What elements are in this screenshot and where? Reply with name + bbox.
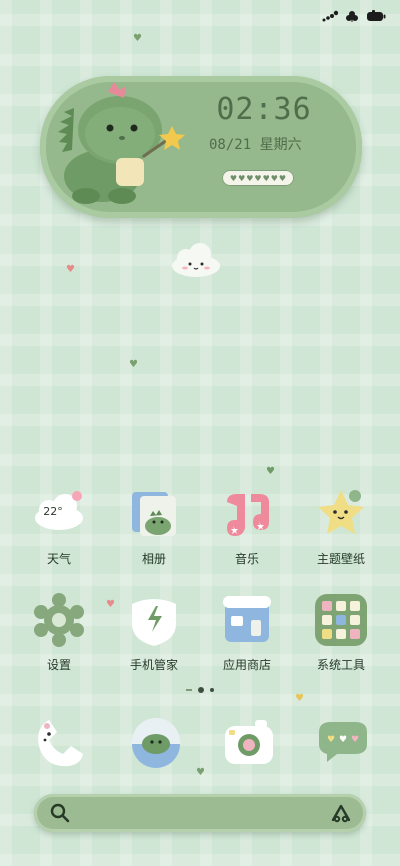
battery-icon: [366, 10, 386, 24]
heart-icon: ♥: [295, 693, 304, 704]
app-label: 手机管家: [129, 658, 178, 672]
heart-icon: ♥: [270, 173, 278, 183]
app-label: 系统工具: [316, 658, 365, 672]
heart-icon: ♥: [254, 173, 262, 183]
svg-text:♥: ♥: [339, 735, 347, 745]
svg-text:♥: ♥: [327, 735, 335, 745]
browser-icon: [132, 718, 180, 768]
app-store-icon: [223, 596, 271, 642]
album-icon: [132, 492, 176, 536]
theme-star-icon: [318, 490, 364, 534]
app-album[interactable]: 相册: [106, 486, 202, 567]
dock-messages[interactable]: ♥ ♥ ♥: [315, 714, 371, 770]
messages-icon: ♥ ♥ ♥: [319, 722, 367, 762]
svg-text:♥: ♥: [351, 735, 359, 745]
dinosaur-icon: [58, 82, 185, 204]
status-bar: [322, 8, 386, 26]
clock-date: 08/21 星期六: [209, 137, 302, 153]
heart-icon: ♥: [229, 173, 238, 183]
heart-icon: ♥: [66, 264, 75, 275]
signal-icon: [322, 10, 339, 24]
dock-phone[interactable]: [31, 714, 87, 770]
page-dot: [186, 689, 192, 691]
heart-icon: ♥: [278, 173, 287, 183]
page-dot-active: [198, 687, 204, 693]
heart-icon: ♥: [133, 33, 142, 44]
heart-icon: ♥: [129, 359, 138, 370]
app-label: 应用商店: [222, 658, 271, 672]
cloud-icon: [172, 243, 220, 277]
search-bar[interactable]: [34, 794, 366, 832]
heart-icon: ♥: [238, 173, 246, 183]
phone-icon: [38, 720, 83, 767]
heart-icon: ♥: [196, 767, 205, 778]
wifi-icon: [346, 10, 358, 24]
app-store[interactable]: 应用商店: [199, 592, 295, 673]
app-settings[interactable]: 设置: [11, 592, 107, 673]
battery-hearts: ♥ ♥ ♥ ♥ ♥ ♥ ♥: [222, 170, 294, 186]
weather-temp: 22°: [43, 505, 63, 518]
settings-gear-icon: [34, 593, 84, 647]
heart-icon: ♥: [266, 466, 275, 477]
app-label: 相册: [141, 552, 166, 566]
app-system-tools[interactable]: 系统工具: [293, 592, 389, 673]
dock-browser[interactable]: [128, 714, 184, 770]
app-phone-manager[interactable]: 手机管家: [106, 592, 202, 673]
assistant-icon[interactable]: [330, 802, 352, 824]
app-weather[interactable]: 22° 天气: [11, 486, 107, 567]
app-label: 音乐: [234, 552, 259, 566]
dock-camera[interactable]: [221, 714, 277, 770]
weather-cloud-icon: 22°: [35, 491, 83, 530]
app-theme[interactable]: 主题壁纸: [293, 486, 389, 567]
page-indicator[interactable]: [180, 686, 220, 694]
app-label: 设置: [46, 658, 71, 672]
app-music[interactable]: 音乐: [199, 486, 295, 567]
app-label: 主题壁纸: [316, 552, 365, 566]
search-icon[interactable]: [50, 803, 70, 823]
app-label: 天气: [46, 552, 71, 566]
music-icon: [227, 494, 269, 536]
heart-icon: ♥: [262, 173, 270, 183]
heart-icon: ♥: [246, 173, 254, 183]
phone-manager-icon: [132, 599, 176, 646]
camera-icon: [225, 720, 273, 764]
clock-time: 02:36: [216, 92, 312, 127]
system-tools-icon: [315, 594, 367, 646]
page-dot: [210, 688, 214, 692]
